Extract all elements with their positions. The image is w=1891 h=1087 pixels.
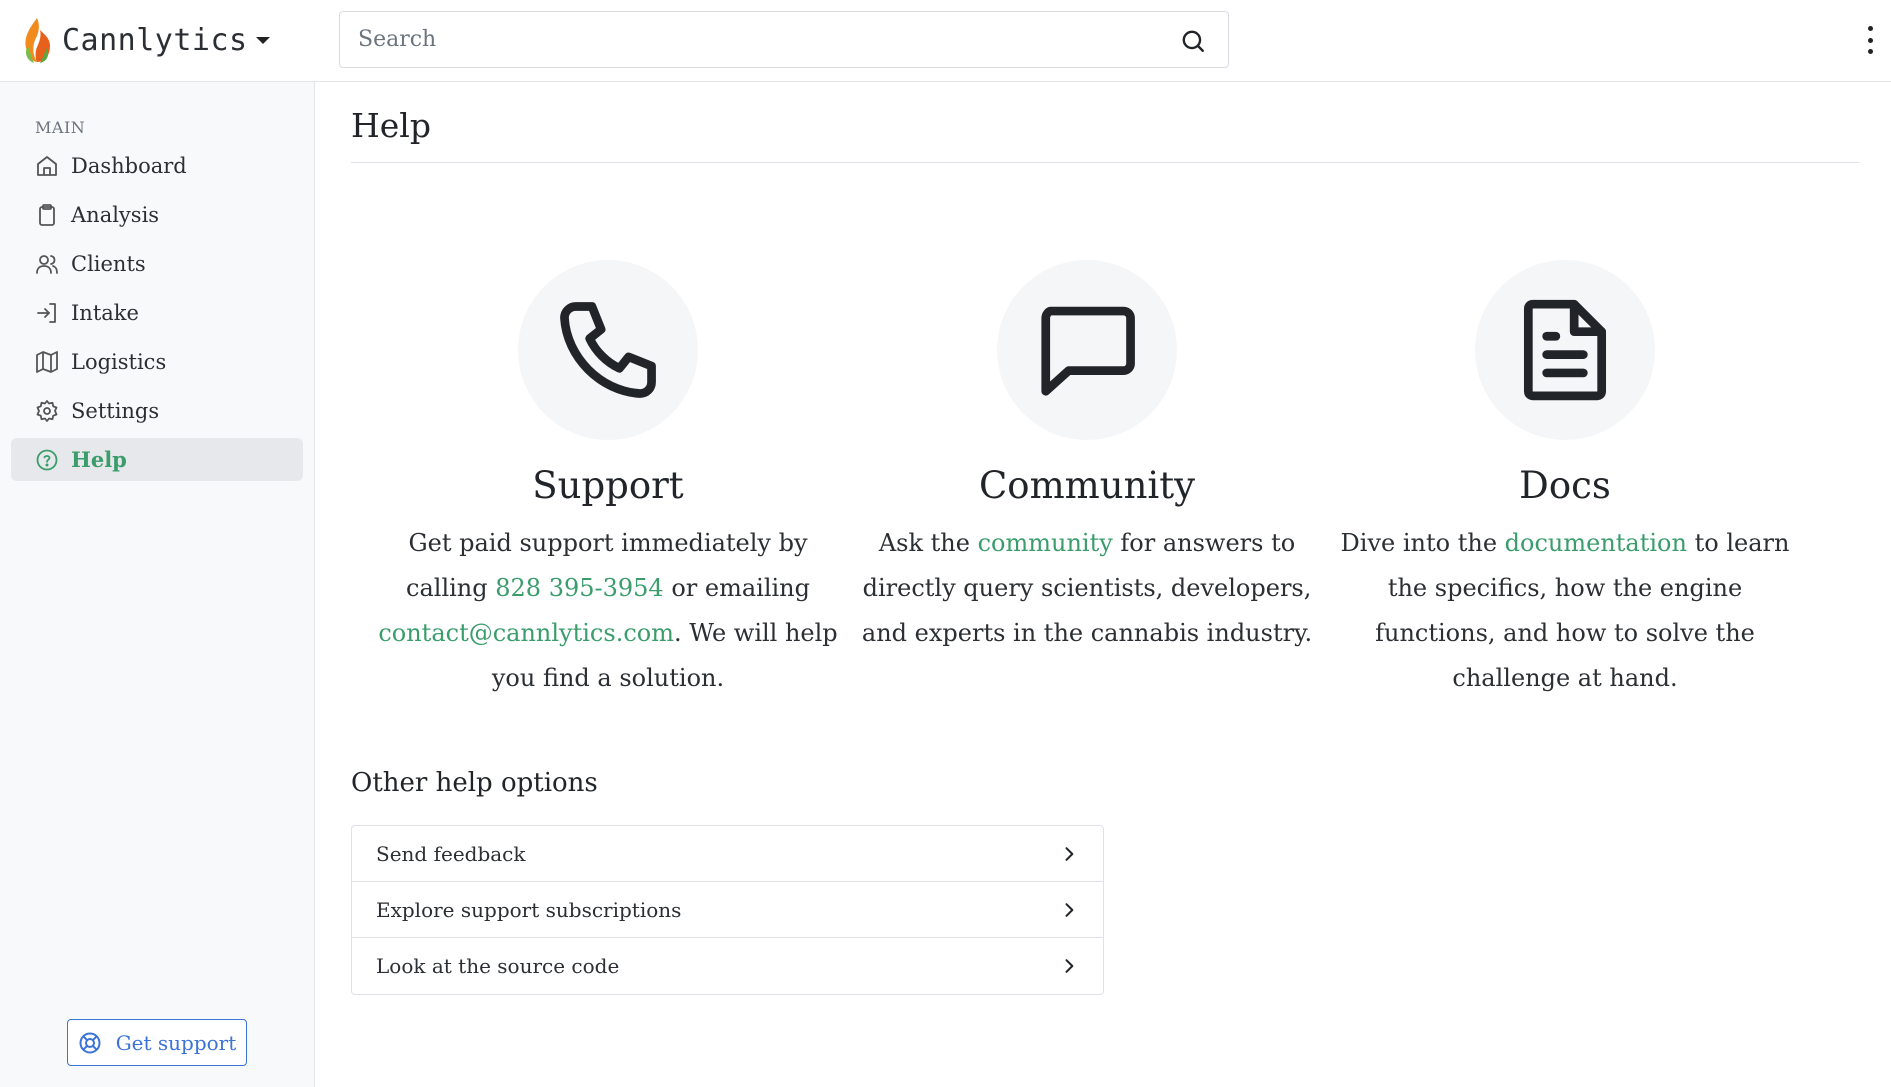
community-text: Ask the community for answers to directl… [861,529,1313,647]
sidebar-item-settings[interactable]: Settings [11,389,303,432]
community-link[interactable]: community [978,529,1113,557]
more-options-icon[interactable] [1865,26,1875,54]
support-title: Support [532,464,684,507]
documentation-link[interactable]: documentation [1505,529,1687,557]
users-icon [36,254,58,274]
chevron-right-icon [1065,846,1074,861]
community-card: Community Ask the community for answers … [852,260,1322,656]
top-navbar: Cannlytics [0,0,1891,82]
cannlytics-logo-icon [25,18,50,63]
option-label: Explore support subscriptions [376,897,682,922]
other-help-title: Other help options [351,768,598,798]
option-source-code[interactable]: Look at the source code [352,938,1103,994]
docs-title: Docs [1519,464,1611,507]
file-text-icon [1523,299,1607,401]
option-label: Send feedback [376,841,526,866]
get-support-label: Get support [115,1030,237,1055]
map-icon [36,350,58,373]
docs-icon-circle [1475,260,1655,440]
option-support-subscriptions[interactable]: Explore support subscriptions [352,882,1103,938]
caret-down-icon [255,36,270,44]
sidebar-item-label: Settings [71,398,160,423]
home-icon [37,155,57,176]
support-text: Get paid support immediately by calling … [378,529,838,692]
brand-name: Cannlytics [62,22,248,58]
option-label: Look at the source code [376,954,620,978]
sidebar-item-label: Help [71,447,127,472]
support-card: Support Get paid support immediately by … [373,260,843,701]
sidebar-item-label: Analysis [71,202,160,227]
sidebar-item-clients[interactable]: Clients [11,242,303,285]
lifebuoy-icon [79,1032,101,1053]
docs-card: Docs Dive into the documentation to lear… [1330,260,1800,701]
support-icon-circle [518,260,698,440]
help-options-list: Send feedback Explore support subscripti… [351,825,1104,995]
sidebar-item-label: Clients [71,251,146,276]
sidebar-item-help[interactable]: Help [11,438,303,481]
sidebar-item-label: Dashboard [71,153,187,178]
sidebar-item-intake[interactable]: Intake [11,291,303,334]
title-divider [351,162,1859,163]
search-input[interactable] [340,12,1160,67]
get-support-button[interactable]: Get support [67,1019,247,1066]
sidebar-item-analysis[interactable]: Analysis [11,193,303,236]
chevron-right-icon [1065,902,1074,917]
chevron-right-icon [1065,959,1074,973]
sidebar: MAIN Dashboard Analysis Clients Intake L… [0,82,315,1087]
search-box [339,11,1229,68]
community-title: Community [978,464,1196,507]
option-send-feedback[interactable]: Send feedback [352,826,1103,882]
sidebar-nav: Dashboard Analysis Clients Intake Logist… [11,144,303,487]
sidebar-item-dashboard[interactable]: Dashboard [11,144,303,187]
support-email-link[interactable]: contact@cannlytics.com [378,619,674,647]
phone-icon [560,302,656,398]
gear-icon [36,399,58,422]
sidebar-heading: MAIN [35,118,86,137]
clipboard-icon [39,203,55,226]
brand-menu[interactable]: Cannlytics [20,14,270,66]
support-phone-link[interactable]: 828 395-3954 [495,574,663,602]
sidebar-item-label: Intake [71,300,139,325]
message-square-icon [1041,306,1135,396]
docs-text: Dive into the documentation to learn the… [1340,529,1790,692]
search-icon[interactable] [1180,28,1206,54]
community-icon-circle [997,260,1177,440]
help-circle-icon [36,449,58,470]
sidebar-item-logistics[interactable]: Logistics [11,340,303,383]
page-title: Help [351,106,431,145]
log-in-icon [37,302,56,323]
sidebar-item-label: Logistics [71,349,167,374]
